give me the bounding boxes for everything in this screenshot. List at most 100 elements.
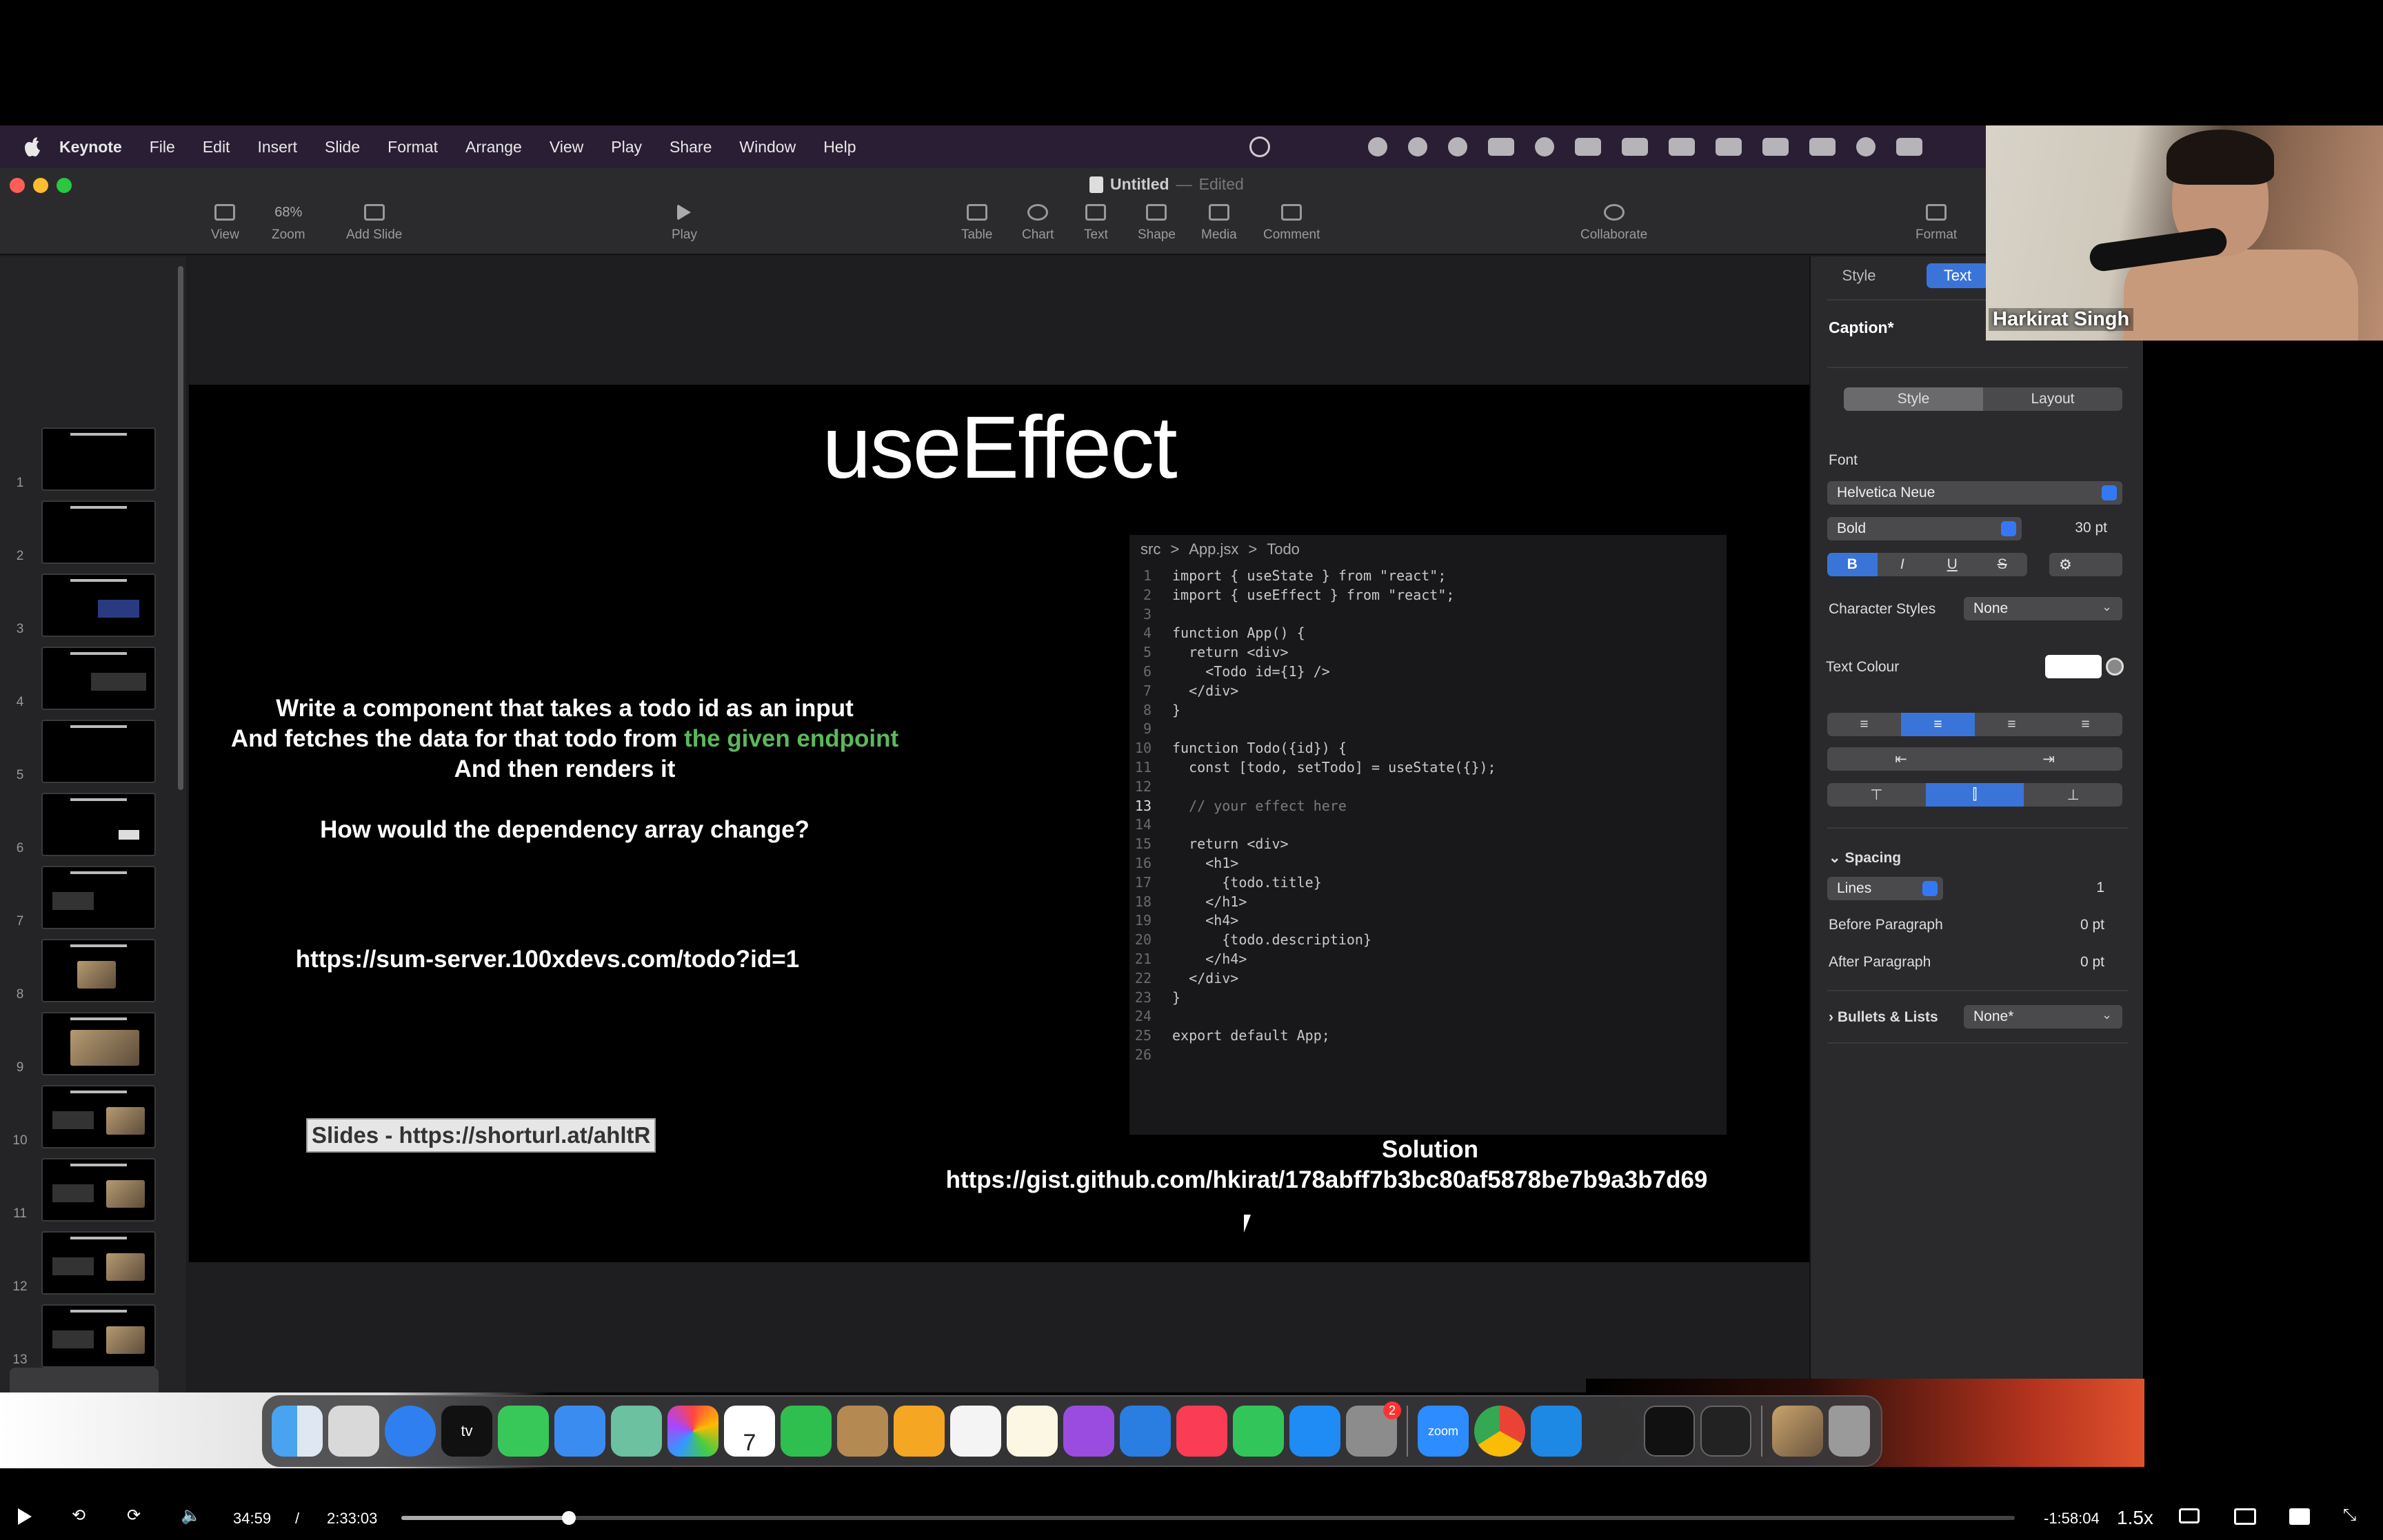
font-family-select[interactable]: Helvetica Neue bbox=[1827, 481, 2122, 505]
downloads-stack-icon[interactable] bbox=[1772, 1406, 1823, 1457]
playback-speed[interactable]: 1.5x bbox=[2117, 1507, 2153, 1529]
spacing-mode-select[interactable]: Lines bbox=[1827, 877, 1943, 900]
safari-icon[interactable] bbox=[385, 1406, 436, 1457]
launchpad-icon[interactable] bbox=[328, 1406, 379, 1457]
bullets-select[interactable]: None* ⌄ bbox=[1964, 1005, 2122, 1029]
apple-icon[interactable] bbox=[23, 136, 41, 157]
volume-icon[interactable]: 🔈 bbox=[181, 1506, 201, 1526]
hd-icon[interactable] bbox=[2289, 1508, 2310, 1525]
vscode-icon[interactable] bbox=[1531, 1406, 1582, 1457]
align-left-button[interactable]: ≡ bbox=[1827, 713, 1901, 736]
text-button[interactable]: Text bbox=[1084, 204, 1108, 243]
contacts-icon[interactable] bbox=[837, 1406, 888, 1457]
seg-style[interactable]: Style bbox=[1844, 387, 1983, 411]
notes-icon[interactable] bbox=[1007, 1406, 1058, 1457]
search-icon[interactable] bbox=[1856, 137, 1876, 156]
solution-url[interactable]: https://gist.github.com/hkirat/178abff7b… bbox=[878, 1166, 1775, 1194]
menu-view[interactable]: View bbox=[550, 138, 583, 156]
align-right-button[interactable]: ≡ bbox=[1975, 713, 2049, 736]
terminal-2-icon[interactable] bbox=[1700, 1406, 1751, 1457]
slide-thumbnail-10[interactable] bbox=[41, 1085, 156, 1148]
forward-icon[interactable]: ⟳ bbox=[127, 1506, 141, 1526]
text-colour-well[interactable] bbox=[2045, 655, 2102, 678]
table-button[interactable]: Table bbox=[961, 204, 992, 243]
add-slide-button[interactable]: Add Slide bbox=[346, 204, 402, 243]
slide-thumbnail-8[interactable] bbox=[41, 939, 156, 1002]
chrome-icon[interactable] bbox=[1474, 1406, 1525, 1457]
align-bottom-button[interactable]: ⊥ bbox=[2024, 783, 2122, 807]
menu-app-keynote[interactable]: Keynote bbox=[59, 138, 122, 156]
view-button[interactable]: View bbox=[211, 204, 239, 243]
status-cloud-icon[interactable] bbox=[1408, 137, 1427, 156]
code-screenshot[interactable]: src > App.jsx > Todo 1 import { useState … bbox=[1129, 535, 1727, 1135]
collaborate-button[interactable]: Collaborate bbox=[1580, 204, 1647, 243]
slide-thumbnail-1[interactable] bbox=[41, 427, 156, 491]
italic-button[interactable]: I bbox=[1878, 553, 1928, 576]
progress-track[interactable] bbox=[401, 1516, 2015, 1520]
tab-text[interactable]: Text bbox=[1927, 263, 1989, 288]
before-paragraph-field[interactable]: 0 pt bbox=[2038, 917, 2104, 933]
current-slide[interactable]: useEffect Write a component that takes a… bbox=[189, 385, 1809, 1262]
battery-icon[interactable] bbox=[1762, 138, 1789, 156]
colour-wheel-icon[interactable] bbox=[2106, 658, 2124, 676]
align-top-button[interactable]: ⊤ bbox=[1827, 783, 1926, 807]
paragraph-style[interactable]: Caption* bbox=[1829, 318, 1894, 337]
calendar-icon[interactable]: 7 bbox=[724, 1406, 775, 1457]
slide-text-line-1[interactable]: Write a component that takes a todo id a… bbox=[189, 695, 941, 722]
slide-text-line-3[interactable]: And then renders it bbox=[189, 756, 941, 783]
status-bag-icon[interactable] bbox=[1575, 138, 1601, 156]
status-arrow-icon[interactable] bbox=[1669, 138, 1695, 156]
after-paragraph-field[interactable]: 0 pt bbox=[2038, 954, 2104, 971]
slide-thumbnail-5[interactable] bbox=[41, 720, 156, 783]
status-pen-icon[interactable] bbox=[1716, 138, 1742, 156]
menu-slide[interactable]: Slide bbox=[325, 138, 360, 156]
reminders-icon[interactable] bbox=[950, 1406, 1001, 1457]
pages-icon[interactable] bbox=[894, 1406, 945, 1457]
menu-edit[interactable]: Edit bbox=[203, 138, 230, 156]
numbers-icon[interactable] bbox=[1233, 1406, 1284, 1457]
slide-thumbnail-2[interactable] bbox=[41, 500, 156, 564]
text-options-select[interactable]: ⚙ bbox=[2049, 553, 2122, 576]
menu-window[interactable]: Window bbox=[739, 138, 796, 156]
app-store-icon[interactable] bbox=[1289, 1406, 1340, 1457]
maximize-window-button[interactable] bbox=[57, 178, 72, 193]
slide-thumbnail-12[interactable] bbox=[41, 1231, 156, 1295]
music-icon[interactable] bbox=[1176, 1406, 1227, 1457]
status-sync-icon[interactable] bbox=[1535, 137, 1554, 156]
menu-share[interactable]: Share bbox=[670, 138, 712, 156]
fullscreen-icon[interactable]: ⤡ bbox=[2343, 1506, 2356, 1525]
close-window-button[interactable] bbox=[10, 178, 25, 193]
mail-icon[interactable] bbox=[554, 1406, 605, 1457]
slide-thumbnail-9[interactable] bbox=[41, 1012, 156, 1075]
apple-tv-icon[interactable]: tv bbox=[441, 1406, 492, 1457]
keynote-icon[interactable] bbox=[1120, 1406, 1171, 1457]
spacing-value-field[interactable]: 1 bbox=[2038, 880, 2104, 896]
menu-insert[interactable]: Insert bbox=[257, 138, 297, 156]
slide-text-line-2[interactable]: And fetches the data for that todo from … bbox=[189, 725, 941, 753]
seg-layout[interactable]: Layout bbox=[1983, 387, 2122, 411]
slide-question[interactable]: How would the dependency array change? bbox=[189, 816, 941, 844]
menu-format[interactable]: Format bbox=[388, 138, 438, 156]
strikethrough-button[interactable]: S bbox=[1978, 553, 2028, 576]
rewind-icon[interactable]: ⟲ bbox=[72, 1506, 86, 1526]
finder-icon[interactable] bbox=[272, 1406, 323, 1457]
wifi-icon[interactable] bbox=[1809, 138, 1836, 156]
navigator-scrollbar[interactable] bbox=[178, 266, 183, 790]
bullets-section-toggle[interactable]: › Bullets & Lists bbox=[1829, 1009, 1938, 1026]
terminal-icon[interactable] bbox=[1644, 1406, 1695, 1457]
underline-button[interactable]: U bbox=[1927, 553, 1978, 576]
system-settings-icon[interactable]: 2 bbox=[1346, 1401, 1401, 1457]
character-styles-select[interactable]: None ⌄ bbox=[1964, 597, 2122, 620]
screen-share-icon[interactable] bbox=[1249, 136, 1270, 157]
tab-style[interactable]: Style bbox=[1824, 263, 1893, 288]
status-clipboard-icon[interactable] bbox=[1622, 138, 1648, 156]
minimize-window-button[interactable] bbox=[33, 178, 48, 193]
captions-icon[interactable] bbox=[2179, 1508, 2200, 1523]
menu-file[interactable]: File bbox=[150, 138, 175, 156]
slide-thumbnail-6[interactable] bbox=[41, 793, 156, 856]
slide-thumbnail-7[interactable] bbox=[41, 866, 156, 929]
zoom-control[interactable]: 68% Zoom bbox=[272, 204, 305, 243]
slide-thumbnail-3[interactable] bbox=[41, 574, 156, 637]
control-center-icon[interactable] bbox=[1896, 138, 1922, 156]
play-video-icon[interactable] bbox=[18, 1508, 32, 1525]
